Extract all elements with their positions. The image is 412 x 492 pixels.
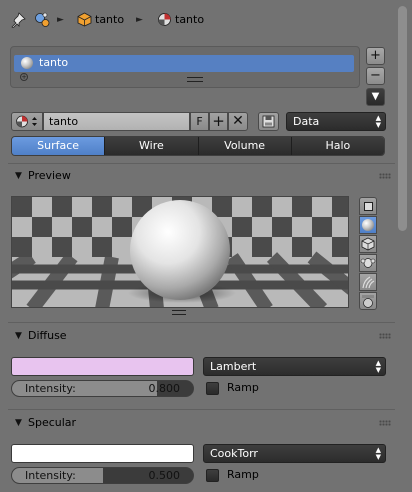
specular-panel-header[interactable]: ▼ Specular: [8, 412, 395, 434]
tab-volume[interactable]: Volume: [198, 137, 292, 155]
panel-divider: [8, 322, 395, 323]
panel-drag-grip[interactable]: [379, 173, 391, 179]
panel-divider: [8, 163, 395, 164]
diffuse-shader-value: Lambert: [210, 360, 257, 373]
material-type-tabs: Surface Wire Volume Halo: [11, 136, 385, 156]
node-material-button[interactable]: [258, 112, 279, 131]
preview-resize-grip[interactable]: [172, 310, 186, 315]
context-header: ► tanto ► tanto: [0, 0, 412, 40]
material-sphere-icon: [21, 57, 33, 69]
material-preview-render: [11, 196, 349, 308]
diffuse-panel-title: Diffuse: [28, 329, 67, 342]
dropdown-arrows-icon: ▲ ▼: [375, 446, 381, 461]
specular-color-swatch[interactable]: [11, 444, 194, 463]
breadcrumb-material: tanto: [175, 13, 205, 26]
material-name-value: tanto: [49, 115, 79, 128]
material-browse-button[interactable]: [11, 112, 43, 131]
link-type-value: Data: [293, 115, 320, 128]
specular-intensity-slider[interactable]: Intensity: 0.500: [11, 467, 194, 484]
material-slot-label: tanto: [39, 56, 69, 69]
sphere-icon: [362, 219, 374, 231]
new-material-button[interactable]: +: [209, 112, 228, 131]
specular-intensity-value: 0.500: [148, 469, 181, 482]
remove-slot-button[interactable]: −: [366, 67, 385, 85]
preview-cube-button[interactable]: [359, 235, 377, 253]
preview-sky-button[interactable]: [359, 292, 377, 310]
material-icon: [157, 12, 172, 27]
specular-intensity-label: Intensity:: [25, 469, 76, 482]
pin-icon[interactable]: [10, 12, 26, 29]
link-type-select[interactable]: Data ▲ ▼: [286, 112, 386, 131]
diffuse-panel-header[interactable]: ▼ Diffuse: [8, 325, 395, 347]
diffuse-shader-select[interactable]: Lambert ▲ ▼: [203, 357, 386, 376]
breadcrumb-separator: ►: [136, 15, 143, 25]
flat-plane-icon: [364, 202, 373, 211]
preview-panel-header[interactable]: ▼ Preview: [8, 165, 395, 187]
preview-flat-button[interactable]: [359, 197, 377, 215]
specular-ramp-label: Ramp: [227, 468, 259, 481]
specular-shader-select[interactable]: CookTorr ▲ ▼: [203, 444, 386, 463]
hair-strands-icon: [362, 276, 375, 289]
diffuse-color-swatch[interactable]: [11, 357, 194, 376]
list-add-dot-icon: +: [20, 73, 28, 81]
scene-context-icon[interactable]: [33, 11, 51, 29]
list-resize-grip[interactable]: [187, 77, 203, 82]
properties-scrollbar[interactable]: [398, 6, 407, 231]
unlink-material-button[interactable]: ✕: [228, 112, 248, 131]
breadcrumb-separator: ►: [57, 15, 64, 25]
diffuse-ramp-checkbox[interactable]: [206, 382, 219, 395]
collapse-triangle-icon: ▼: [15, 418, 22, 428]
tab-halo[interactable]: Halo: [291, 137, 384, 155]
preview-panel-title: Preview: [28, 169, 71, 182]
panel-drag-grip[interactable]: [379, 420, 391, 426]
collapse-triangle-icon: ▼: [15, 331, 22, 341]
breadcrumb-object: tanto: [95, 13, 125, 26]
material-name-field[interactable]: tanto: [43, 112, 190, 131]
material-slot-item[interactable]: tanto: [14, 55, 354, 72]
tab-wire[interactable]: Wire: [105, 137, 199, 155]
preview-monkey-button[interactable]: [359, 254, 377, 272]
diffuse-intensity-label: Intensity:: [25, 382, 76, 395]
specular-shader-value: CookTorr: [210, 447, 258, 460]
monkey-icon: [360, 258, 376, 268]
specular-ramp-checkbox[interactable]: [206, 469, 219, 482]
dropdown-arrows-icon: ▲ ▼: [375, 359, 381, 374]
dropdown-arrows-icon: ▲ ▼: [375, 114, 381, 129]
diffuse-intensity-slider[interactable]: Intensity: 0.800: [11, 380, 194, 397]
diffuse-ramp-label: Ramp: [227, 381, 259, 394]
cube-icon: [361, 237, 375, 251]
object-cube-icon: [77, 12, 92, 27]
collapse-triangle-icon: ▼: [15, 171, 22, 181]
panel-divider: [8, 409, 395, 410]
sphere-sky-icon: [362, 295, 374, 308]
preview-hair-button[interactable]: [359, 273, 377, 291]
panel-drag-grip[interactable]: [379, 333, 391, 339]
preview-sphere-button[interactable]: [359, 216, 377, 234]
slot-specials-button[interactable]: ▼: [366, 88, 385, 106]
fake-user-button[interactable]: F: [190, 112, 209, 131]
specular-panel-title: Specular: [28, 416, 77, 429]
add-slot-button[interactable]: +: [366, 47, 385, 65]
diffuse-intensity-value: 0.800: [148, 382, 181, 395]
tab-surface[interactable]: Surface: [12, 137, 106, 155]
